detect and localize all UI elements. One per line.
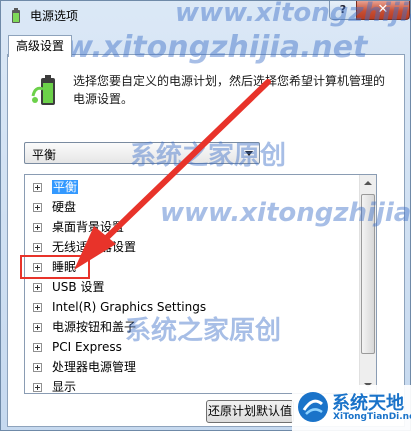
tree-item-label: 无线适配器设置	[52, 240, 137, 254]
tree-item[interactable]: PCI Express	[33, 337, 122, 357]
tree-item-label: 硬盘	[52, 200, 77, 214]
expand-plus-icon[interactable]	[33, 263, 42, 272]
tree-item-label: USB 设置	[52, 280, 105, 294]
expand-plus-icon[interactable]	[33, 323, 42, 332]
expand-plus-icon[interactable]	[33, 223, 42, 232]
power-plan-select[interactable]: 平衡	[24, 142, 260, 164]
close-button[interactable]: ✕	[356, 1, 410, 20]
expand-plus-icon[interactable]	[33, 343, 42, 352]
tree-item[interactable]: 显示	[33, 377, 77, 394]
tree-item-label: 睡眠	[52, 260, 77, 274]
logo-icon	[298, 392, 328, 422]
tree-item-label: 桌面背景设置	[52, 220, 125, 234]
expand-plus-icon[interactable]	[33, 183, 42, 192]
title-bar: 电源选项 ? ✕	[1, 1, 410, 31]
help-button[interactable]: ?	[329, 1, 357, 20]
tree-item-label: PCI Express	[52, 340, 122, 354]
tree-item[interactable]: 桌面背景设置	[33, 217, 124, 237]
site-logo: 系统天地 XiTongTianDi.net	[292, 385, 411, 431]
description-text: 选择您要自定义的电源计划，然后选择您希望计算机管理的电源设置。	[73, 74, 386, 106]
tree-item[interactable]: 睡眠	[33, 257, 76, 277]
tab-advanced-settings[interactable]: 高级设置	[8, 35, 72, 57]
tree-item-label: Intel(R) Graphics Settings	[52, 300, 207, 314]
tree-item-label: 电源按钮和盖子	[52, 320, 137, 334]
scroll-thumb[interactable]	[361, 194, 375, 354]
expand-plus-icon[interactable]	[33, 283, 42, 292]
expand-plus-icon[interactable]	[33, 383, 42, 392]
expand-plus-icon[interactable]	[33, 303, 42, 312]
restore-defaults-button[interactable]: 还原计划默认值	[206, 400, 294, 423]
tree-item[interactable]: USB 设置	[33, 277, 104, 297]
tree-item[interactable]: 硬盘	[33, 197, 76, 217]
expand-plus-icon[interactable]	[33, 243, 42, 252]
tree-item[interactable]: 处理器电源管理	[33, 357, 136, 377]
scroll-up-icon[interactable]	[360, 175, 376, 192]
power-options-icon	[12, 8, 20, 23]
window-title: 电源选项	[30, 9, 79, 23]
tree-item-label: 处理器电源管理	[52, 360, 137, 374]
tree-item[interactable]: Intel(R) Graphics Settings	[33, 297, 206, 317]
chevron-down-icon	[245, 151, 253, 156]
expand-plus-icon[interactable]	[33, 363, 42, 372]
logo-url: XiTongTianDi.net	[333, 412, 411, 422]
tree-item-label: 平衡	[52, 180, 79, 194]
tree-item[interactable]: 电源按钮和盖子	[33, 317, 136, 337]
tree-item[interactable]: 平衡	[33, 177, 79, 197]
tree-item-label: 显示	[52, 380, 77, 394]
power-plan-value: 平衡	[32, 148, 57, 162]
tree-scrollbar[interactable]	[359, 175, 376, 393]
settings-tree[interactable]: 平衡硬盘桌面背景设置 无线适配器设置 睡眠 USB 设置 Intel(R) Graphi…	[24, 174, 377, 394]
battery-icon	[31, 75, 55, 105]
tree-item[interactable]: 无线适配器设置	[33, 237, 136, 257]
expand-plus-icon[interactable]	[33, 203, 42, 212]
